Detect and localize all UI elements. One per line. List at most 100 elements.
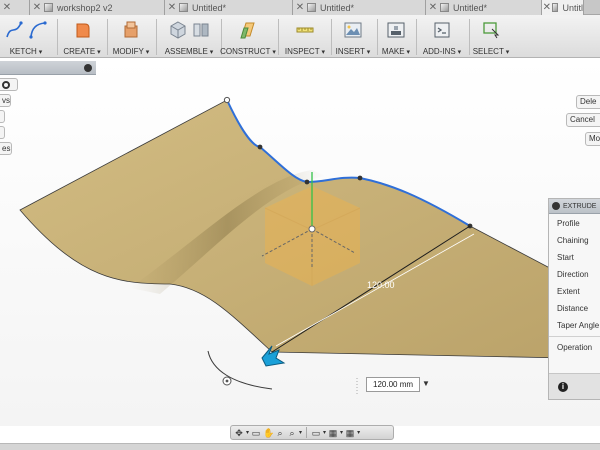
tab-label: workshop2 v2 [57,2,113,13]
taper-angle-row[interactable]: Taper Angle [549,317,600,334]
make-menu[interactable]: MAKE [382,47,410,56]
modify-menu[interactable]: MODIFY [113,47,150,56]
viewports-icon[interactable]: ▦ [345,428,355,438]
design-icon [44,3,53,12]
tab-label: Untitl [562,2,583,13]
canvas-viewport[interactable]: 120.00 [0,58,600,426]
sketch-group[interactable]: KETCH [0,17,52,57]
extrude-icon[interactable] [72,20,92,40]
select-group[interactable]: SELECT [472,17,510,57]
close-tab-icon[interactable]: ✕ [542,2,552,13]
close-tab-icon[interactable]: ✕ [426,2,440,13]
tab-label: Untitled* [192,2,227,13]
sketch-arc-icon[interactable] [28,20,48,40]
inspect-menu[interactable]: INSPECT [285,47,325,56]
document-tab[interactable]: ✕ Untitled* [426,0,542,15]
close-tab-icon[interactable]: ✕ [30,2,44,13]
zoom-window-icon[interactable]: ⌕ [287,428,297,438]
profile-row[interactable]: Profile [549,215,600,232]
chevron-down-icon[interactable]: ▾ [357,429,360,436]
design-icon [179,3,188,12]
collapse-dialog-icon[interactable] [552,202,560,210]
zoom-icon[interactable]: ⌕ [275,428,285,438]
construct-group[interactable]: CONSTRUCT [220,17,272,57]
measure-icon[interactable] [295,20,315,40]
browser-button[interactable] [0,110,5,123]
close-tab-icon[interactable]: ✕ [165,2,179,13]
document-tab[interactable]: ✕ Untitled* [165,0,293,15]
press-pull-icon[interactable] [121,20,141,40]
offset-plane-icon[interactable] [238,20,258,40]
distance-input[interactable] [366,377,420,392]
browser-button[interactable]: es [0,142,12,155]
joint-icon[interactable] [191,20,211,40]
profile-vertex[interactable] [304,179,310,185]
browser-panel-header[interactable] [0,61,96,75]
distance-dropdown-icon[interactable]: ▼ [422,379,430,388]
assemble-group[interactable]: ASSEMBLE [161,17,217,57]
addins-group[interactable]: ADD-INS [419,17,465,57]
sketch-spline-icon[interactable] [5,20,25,40]
assemble-menu[interactable]: ASSEMBLE [165,47,214,56]
modify-group[interactable]: MODIFY [112,17,150,57]
collapse-browser-icon[interactable] [84,64,92,72]
chevron-down-icon[interactable]: ▾ [340,429,343,436]
profile-vertex[interactable] [357,175,363,181]
main-toolbar: KETCH CREATE MODIFY [0,15,600,58]
document-tab-active[interactable]: ✕ Untitl [542,0,584,15]
operation-row[interactable]: Operation [549,339,600,356]
tab-label: Untitled* [453,2,488,13]
inspect-group[interactable]: INSPECT [283,17,327,57]
tab-label: Untitled* [320,2,355,13]
document-tab[interactable]: ✕ [0,0,30,15]
sketch-menu[interactable]: KETCH [10,47,43,56]
start-row[interactable]: Start [549,249,600,266]
extrude-dialog-title: EXTRUDE [563,202,597,210]
design-icon [307,3,316,12]
chevron-down-icon[interactable]: ▾ [323,429,326,436]
bottom-status-strip [0,443,600,450]
close-tab-icon[interactable]: ✕ [0,2,14,13]
make-group[interactable]: MAKE [381,17,411,57]
select-icon[interactable] [481,20,501,40]
orbit-icon[interactable]: ✥ [234,428,244,438]
toolbar-divider [57,19,58,55]
insert-menu[interactable]: INSERT [336,47,371,56]
chevron-down-icon[interactable]: ▾ [246,429,249,436]
scripts-addins-icon[interactable] [432,20,452,40]
direction-row[interactable]: Direction [549,266,600,283]
addins-menu[interactable]: ADD-INS [423,47,461,56]
document-tab[interactable]: ✕ Untitled* [293,0,426,15]
display-settings-icon[interactable]: ▭ [311,428,321,438]
chevron-down-icon[interactable]: ▾ [299,429,302,436]
distance-row[interactable]: Distance [549,300,600,317]
extrude-dialog: EXTRUDE Profile Chaining Start Direction… [548,198,600,400]
construct-menu[interactable]: CONSTRUCT [220,47,276,56]
create-menu[interactable]: CREATE [63,47,100,56]
select-menu[interactable]: SELECT [473,47,510,56]
3d-print-icon[interactable] [386,20,406,40]
browser-button[interactable]: vs [0,94,11,107]
browser-radio-toggle[interactable] [0,78,18,91]
navigation-bar: ✥ ▾ ▭ ✋ ⌕ ⌕ ▾ ▭ ▾ ▦ ▾ ▦ ▾ [230,425,394,440]
profile-vertex[interactable] [257,144,263,150]
pan-hand-icon[interactable]: ✋ [263,428,274,438]
insert-group[interactable]: INSERT [334,17,372,57]
browser-button[interactable] [0,126,5,139]
cancel-button[interactable]: Cancel [566,113,600,127]
chaining-row[interactable]: Chaining [549,232,600,249]
grid-icon[interactable]: ▦ [328,428,338,438]
create-group[interactable]: CREATE [62,17,102,57]
more-button[interactable]: Mo [585,132,600,146]
new-component-icon[interactable] [168,20,188,40]
info-icon[interactable]: i [558,382,568,392]
look-at-icon[interactable]: ▭ [251,428,261,438]
close-tab-icon[interactable]: ✕ [293,2,307,13]
extrude-dialog-header[interactable]: EXTRUDE [549,199,600,214]
insert-image-icon[interactable] [343,20,363,40]
profile-vertex[interactable] [223,96,231,104]
delete-button[interactable]: Dele [576,95,600,109]
toolbar-divider [107,19,108,55]
document-tab[interactable]: ✕ workshop2 v2 [30,0,165,15]
extent-row[interactable]: Extent [549,283,600,300]
